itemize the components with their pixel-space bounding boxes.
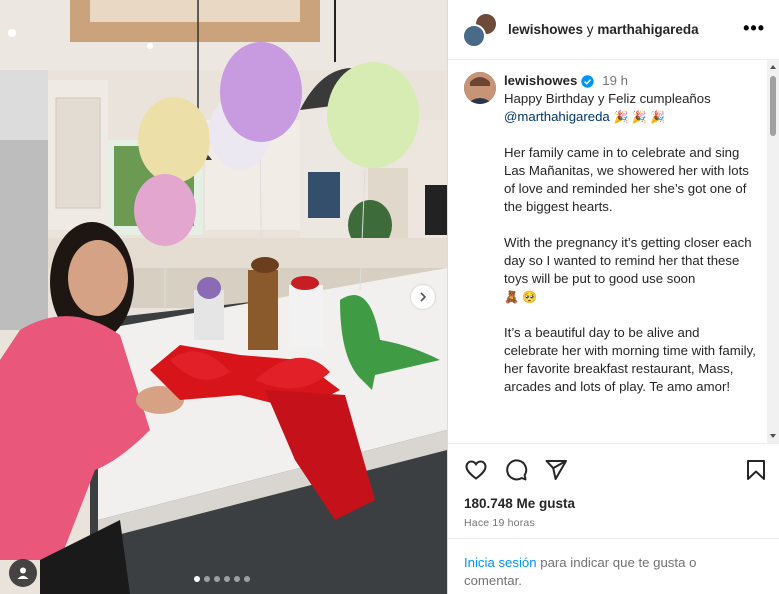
user-tag-button[interactable]	[9, 559, 37, 587]
caption-paragraph-1: Happy Birthday y Feliz cumpleaños @marth…	[504, 90, 756, 126]
scroll-up-arrow[interactable]	[770, 65, 776, 69]
login-prompt: Inicia sesión para indicar que te gusta …	[464, 554, 754, 590]
avatar[interactable]	[464, 72, 496, 104]
carousel-next-button[interactable]	[411, 285, 435, 309]
collab-avatars[interactable]	[462, 11, 498, 48]
post-timestamp[interactable]: Hace 19 horas	[448, 517, 779, 529]
caption-username[interactable]: lewishowes	[504, 72, 577, 90]
header-username-2[interactable]: marthahigareda	[597, 22, 698, 37]
header-username-1[interactable]: lewishowes	[508, 22, 583, 37]
send-icon[interactable]	[542, 456, 570, 484]
more-options-icon[interactable]: •••	[743, 18, 765, 39]
post-actions: 180.748 Me gusta Hace 19 horas Inicia se…	[448, 443, 779, 588]
user-tag-icon	[17, 567, 29, 579]
carousel-dot	[194, 576, 200, 582]
caption-line-1: Happy Birthday y Feliz cumpleaños	[504, 91, 711, 106]
login-link[interactable]: Inicia sesión	[464, 555, 537, 570]
carousel-dot	[214, 576, 220, 582]
chevron-right-icon	[420, 292, 427, 302]
like-count[interactable]: 180.748 Me gusta	[448, 496, 779, 511]
avatar-image	[464, 72, 496, 104]
scroll-down-arrow[interactable]	[770, 434, 776, 438]
carousel-dot	[224, 576, 230, 582]
carousel-indicator	[194, 576, 250, 582]
party-emoji: 🎉 🎉 🎉	[613, 110, 665, 124]
toy-emoji: 🧸 🥺	[504, 290, 538, 304]
caption-paragraph-3: With the pregnancy it’s getting closer e…	[504, 234, 756, 306]
post-details-panel: lewishowes y marthahigareda ••• lewishow…	[447, 0, 779, 594]
bookmark-icon[interactable]	[742, 456, 770, 484]
avatar	[462, 23, 486, 48]
carousel-dot	[204, 576, 210, 582]
instagram-post-modal: lewishowes y marthahigareda ••• lewishow…	[0, 0, 779, 594]
post-photo[interactable]	[0, 0, 447, 594]
scroll-thumb[interactable]	[770, 76, 776, 136]
caption-time[interactable]: 19 h	[602, 72, 628, 90]
comment-icon[interactable]	[502, 456, 530, 484]
caption: lewishowes 19 h Happy Birthday y Feliz c…	[448, 60, 779, 396]
caption-body: lewishowes 19 h Happy Birthday y Feliz c…	[504, 72, 756, 396]
collab-usernames: lewishowes y marthahigareda	[508, 22, 699, 37]
mention-link[interactable]: @marthahigareda	[504, 109, 610, 124]
caption-area: lewishowes 19 h Happy Birthday y Feliz c…	[448, 60, 779, 443]
carousel-dot	[234, 576, 240, 582]
heart-icon[interactable]	[462, 456, 490, 484]
caption-paragraph-4: It’s a beautiful day to be alive and cel…	[504, 325, 756, 394]
carousel-dot	[244, 576, 250, 582]
caption-paragraph-2: Her family came in to celebrate and sing…	[504, 145, 749, 214]
action-icons	[448, 444, 779, 496]
photo-illustration	[0, 0, 447, 594]
caption-top: lewishowes 19 h	[504, 72, 756, 90]
header-conjunction: y	[586, 22, 594, 37]
post-header: lewishowes y marthahigareda •••	[448, 0, 779, 60]
caption-scrollbar[interactable]	[767, 60, 779, 443]
caption-paragraph-3-text: With the pregnancy it’s getting closer e…	[504, 235, 752, 286]
verified-badge-icon	[581, 74, 594, 88]
divider	[448, 538, 779, 539]
